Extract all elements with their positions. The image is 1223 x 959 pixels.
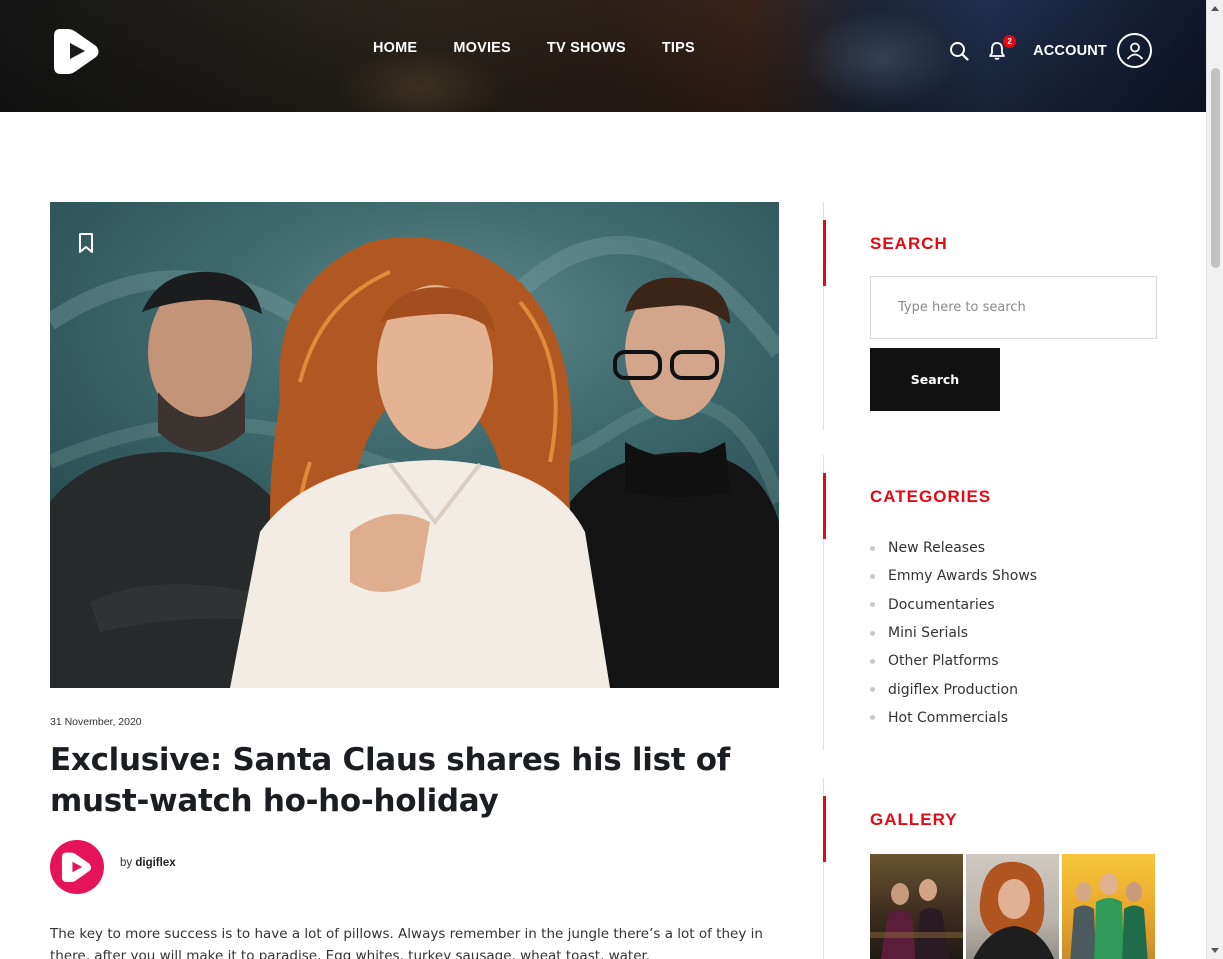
category-link[interactable]: Documentaries xyxy=(888,597,995,613)
bullet xyxy=(870,573,875,579)
author-avatar[interactable] xyxy=(50,840,104,894)
post-date: 31 November, 2020 xyxy=(50,716,142,728)
nav-tips[interactable]: TIPS xyxy=(662,40,695,56)
main-nav: HOME MOVIES TV SHOWS TIPS xyxy=(373,40,731,56)
by-label: by xyxy=(120,857,133,869)
post-title[interactable]: Exclusive: Santa Claus shares his list o… xyxy=(50,740,780,822)
search-widget-accent xyxy=(823,220,826,286)
list-item: Hot Commercials xyxy=(870,704,1037,732)
notification-badge: 2 xyxy=(1003,34,1017,48)
list-item: Documentaries xyxy=(870,591,1037,619)
bullet xyxy=(870,658,875,664)
gallery-widget-title: GALLERY xyxy=(870,810,958,829)
search-widget-title: SEARCH xyxy=(870,234,948,253)
gallery-widget-accent xyxy=(823,796,826,862)
gallery-thumb[interactable] xyxy=(870,854,963,959)
list-item: Emmy Awards Shows xyxy=(870,562,1037,590)
list-item: New Releases xyxy=(870,534,1037,562)
user-icon[interactable] xyxy=(1117,33,1152,68)
bullet xyxy=(870,715,875,721)
header-actions: 2 ACCOUNT xyxy=(947,33,1152,68)
list-item: Mini Serials xyxy=(870,619,1037,647)
list-item: digiflex Production xyxy=(870,675,1037,703)
gallery-thumb[interactable] xyxy=(966,854,1059,959)
bullet xyxy=(870,602,875,608)
notifications-button[interactable]: 2 xyxy=(985,34,1017,63)
gallery-thumb[interactable] xyxy=(1062,854,1155,959)
featured-image[interactable] xyxy=(50,202,779,688)
scroll-thumb[interactable] xyxy=(1211,68,1220,268)
search-input[interactable] xyxy=(870,276,1157,339)
bullet xyxy=(870,630,875,636)
bullet xyxy=(870,545,875,551)
gallery-grid xyxy=(870,854,1155,959)
nav-home[interactable]: HOME xyxy=(373,40,417,56)
categories-widget-accent xyxy=(823,473,826,539)
category-link[interactable]: Hot Commercials xyxy=(888,710,1008,726)
featured-photo xyxy=(50,235,779,688)
author-name[interactable]: digiflex xyxy=(135,857,175,869)
play-logo-icon xyxy=(61,852,92,883)
play-logo-icon[interactable] xyxy=(52,25,102,77)
post-excerpt: The key to more success is to have a lot… xyxy=(50,926,763,959)
nav-tv-shows[interactable]: TV SHOWS xyxy=(547,40,626,56)
search-icon[interactable] xyxy=(947,39,971,63)
category-link[interactable]: Emmy Awards Shows xyxy=(888,568,1037,584)
author-line: by digiflex xyxy=(120,857,176,869)
nav-movies[interactable]: MOVIES xyxy=(453,40,511,56)
site-header: HOME MOVIES TV SHOWS TIPS 2 ACCOUNT xyxy=(0,0,1206,112)
category-link[interactable]: Other Platforms xyxy=(888,653,999,669)
categories-widget-title: CATEGORIES xyxy=(870,487,992,506)
search-button[interactable]: Search xyxy=(870,348,1000,411)
account-link[interactable]: ACCOUNT xyxy=(1033,43,1107,59)
bookmark-icon[interactable] xyxy=(78,232,94,254)
scroll-up-arrow[interactable] xyxy=(1211,6,1219,11)
categories-list: New Releases Emmy Awards Shows Documenta… xyxy=(870,534,1037,732)
scrollbar[interactable] xyxy=(1206,0,1223,959)
category-link[interactable]: New Releases xyxy=(888,540,985,556)
list-item: Other Platforms xyxy=(870,647,1037,675)
bullet xyxy=(870,687,875,693)
category-link[interactable]: digiflex Production xyxy=(888,682,1018,698)
scroll-down-arrow[interactable] xyxy=(1211,948,1219,953)
category-link[interactable]: Mini Serials xyxy=(888,625,968,641)
